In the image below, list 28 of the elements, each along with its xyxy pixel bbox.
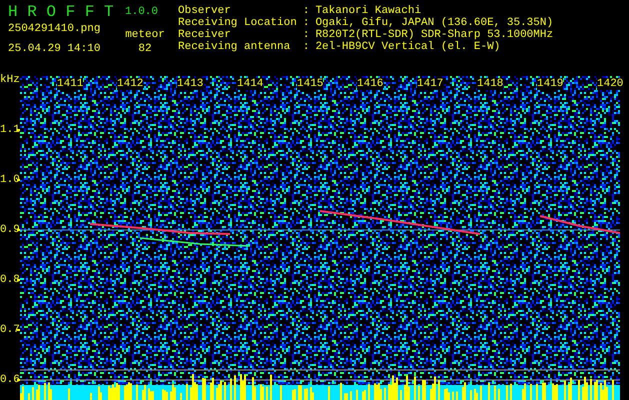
info-separator: : [302,5,310,17]
x-axis-label: 1417 [417,78,443,90]
info-label: Receiver [178,29,232,41]
info-separator: : [302,41,310,53]
x-axis-label: 1416 [357,78,383,90]
x-axis-label: 1411 [57,78,83,90]
info-label: Observer [178,5,232,17]
x-axis-label: 1418 [477,78,503,90]
file-name: 2504291410.png [8,23,102,35]
info-separator: : [302,17,310,29]
x-axis-label: 1414 [237,78,263,90]
info-value: 2el-HB9CV Vertical (el. E-W) [315,41,502,53]
x-axis-label: 1413 [177,78,203,90]
info-value: R820T2(RTL-SDR) SDR-Sharp 53.1000MHz [315,29,554,41]
x-axis-label: 1415 [297,78,323,90]
app-title: H R O F F T [8,3,115,21]
axis-unit: kHz [0,73,20,87]
info-separator: : [302,29,310,41]
detection-label: meteor [125,29,165,41]
x-axis-label: 1419 [537,78,563,90]
x-axis-label: 1420 [597,78,623,90]
info-label: Receiving antenna [178,41,292,53]
x-axis-label: 1412 [117,78,143,90]
detection-count: 82 [138,43,152,55]
info-value: Ogaki, Gifu, JAPAN (136.60E, 35.35N) [315,17,554,29]
date-time: 25.04.29 14:10 [8,43,102,55]
info-label: Receiving Location [178,17,297,29]
info-value: Takanori Kawachi [315,5,422,17]
